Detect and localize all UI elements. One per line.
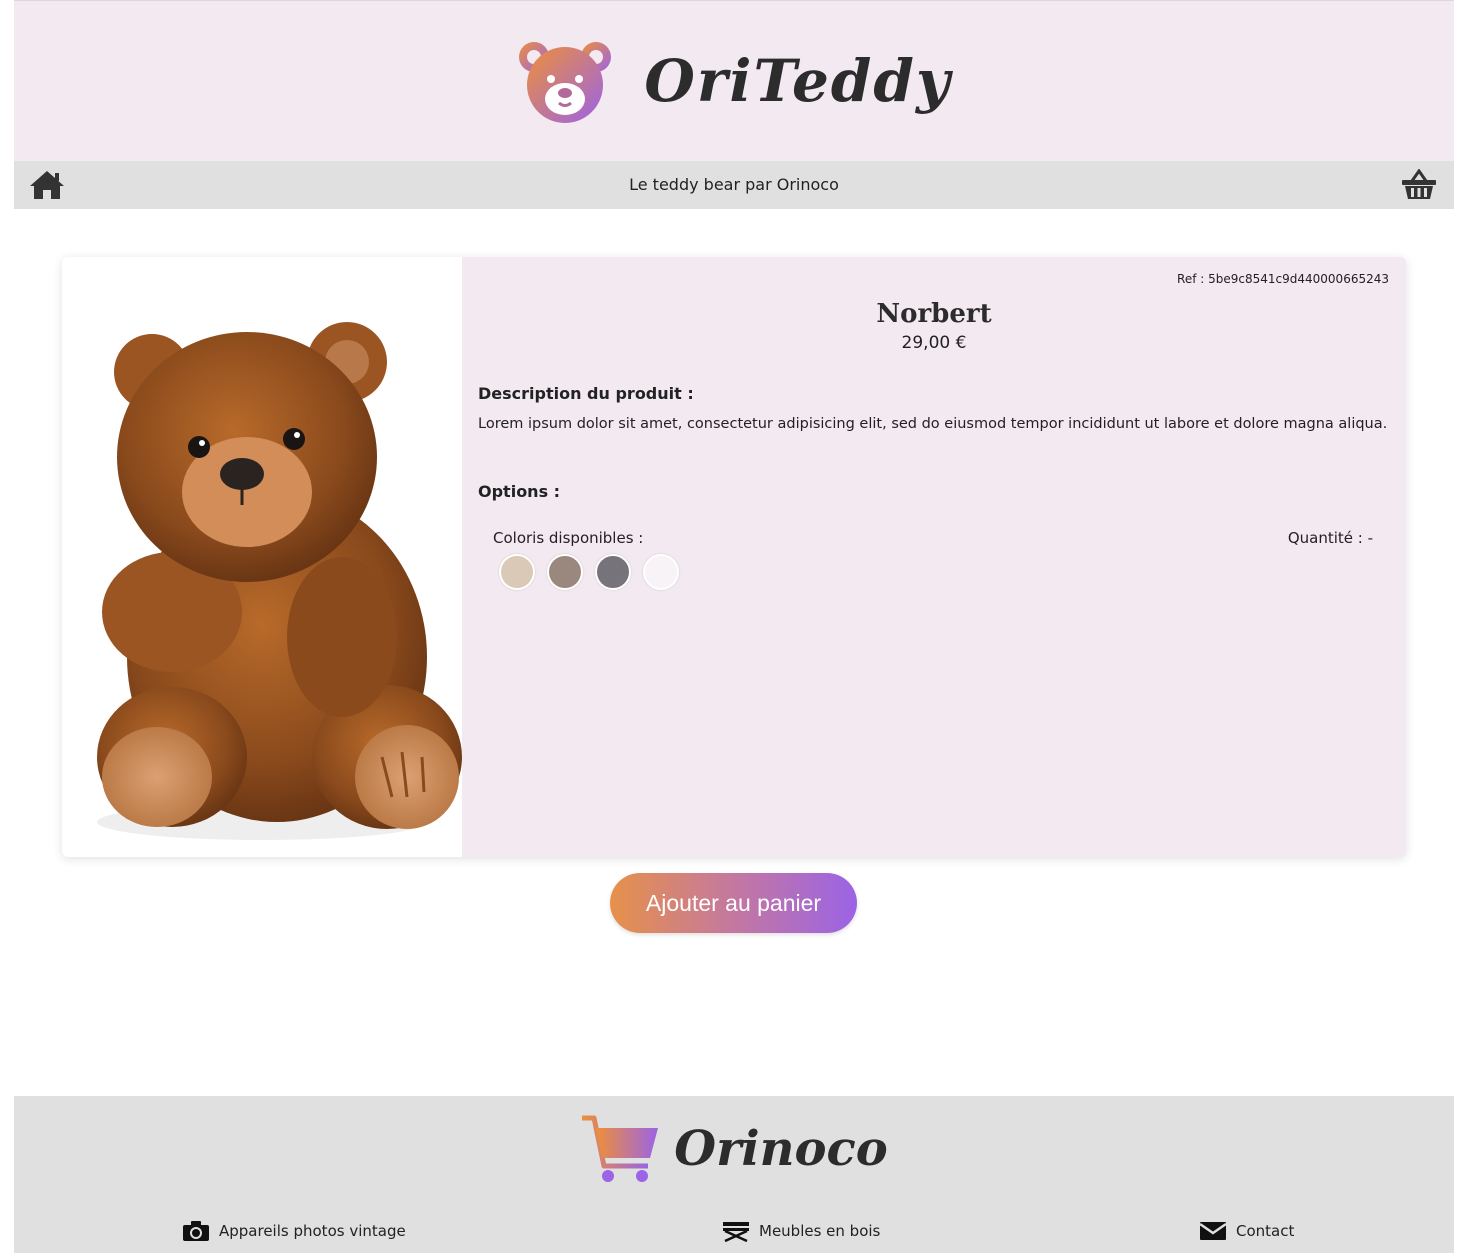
color-swatch[interactable] (547, 554, 583, 590)
product-card: Ref : 5be9c8541c9d440000665243 Norbert 2… (62, 257, 1406, 857)
description-heading: Description du produit : (478, 384, 694, 403)
add-to-cart-button[interactable]: Ajouter au panier (610, 873, 857, 933)
camera-icon (183, 1221, 209, 1241)
site-header: OriTeddy (14, 0, 1454, 161)
options-heading: Options : (478, 482, 561, 501)
colors-label: Coloris disponibles : (493, 529, 644, 547)
footer-link-label: Meubles en bois (759, 1222, 881, 1240)
color-swatches (499, 554, 679, 590)
color-swatch[interactable] (643, 554, 679, 590)
footer-link-label: Contact (1236, 1222, 1295, 1240)
footer-brand-name: Orinoco (674, 1121, 888, 1177)
footer-link-furniture[interactable]: Meubles en bois (722, 1220, 880, 1242)
envelope-icon (1199, 1222, 1227, 1240)
product-ref: Ref : 5be9c8541c9d440000665243 (1177, 272, 1389, 286)
color-swatch[interactable] (499, 554, 535, 590)
cart-logo-icon (582, 1115, 659, 1182)
furniture-icon (723, 1222, 749, 1242)
color-swatch[interactable] (595, 554, 631, 590)
footer-link-contact[interactable]: Contact (1199, 1220, 1294, 1242)
brand[interactable]: OriTeddy (14, 41, 1454, 125)
product-info: Ref : 5be9c8541c9d440000665243 Norbert 2… (462, 257, 1406, 857)
basket-icon[interactable] (1400, 169, 1438, 201)
footer-brand[interactable]: Orinoco (14, 1114, 1454, 1184)
product-description: Lorem ipsum dolor sit amet, consectetur … (478, 416, 1388, 432)
tagline: Le teddy bear par Orinoco (629, 175, 839, 194)
teddy-bear-image (97, 322, 462, 840)
teddy-logo-icon (519, 42, 612, 123)
nav-bar: Le teddy bear par Orinoco (14, 161, 1454, 209)
product-name: Norbert (876, 299, 992, 329)
product-image (62, 257, 462, 857)
footer-link-label: Appareils photos vintage (219, 1222, 406, 1240)
footer-link-cameras[interactable]: Appareils photos vintage (182, 1220, 406, 1242)
site-footer: Orinoco Appareils photos vintage Meubles… (14, 1096, 1454, 1253)
quantity-label[interactable]: Quantité : - (1288, 529, 1373, 547)
product-price: 29,00 € (901, 333, 967, 353)
brand-name: OriTeddy (644, 47, 952, 115)
